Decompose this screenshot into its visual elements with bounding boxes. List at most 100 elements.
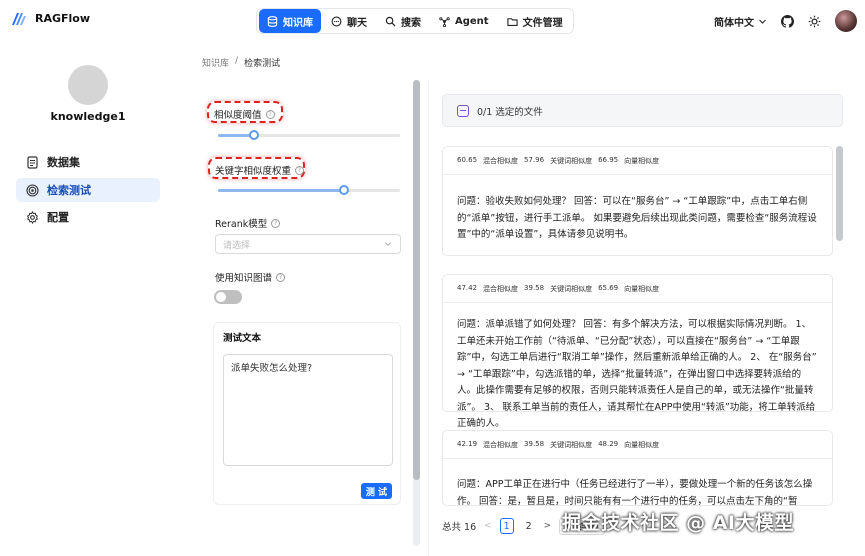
sidebar-item-dataset[interactable]: 数据集: [16, 150, 160, 174]
knowledge-graph-toggle[interactable]: [214, 290, 242, 304]
test-text-card: 测试文本 派单失败怎么处理? 测 试: [213, 322, 401, 505]
chevron-down-icon: [759, 19, 766, 24]
test-text-input[interactable]: 派单失败怎么处理?: [223, 354, 393, 466]
knowledge-graph-text: 使用知识图谱: [215, 273, 273, 284]
vector-score: 48.29: [598, 440, 619, 448]
similarity-threshold-text: 相似度阈值: [214, 110, 262, 121]
keyword-score: 57.96: [524, 156, 545, 164]
rerank-select[interactable]: 请选择: [215, 234, 401, 254]
sun-icon[interactable]: [808, 15, 821, 28]
nav-search[interactable]: 搜索: [377, 9, 429, 33]
language-selector[interactable]: 简体中文: [714, 14, 767, 29]
result-scores: 60.65 混合相似度 57.96 关键词相似度 66.95 向量相似度: [457, 156, 659, 166]
keyword-score-label: 关键词相似度: [550, 285, 593, 293]
hybrid-score-label: 混合相似度: [483, 441, 519, 449]
hybrid-score-label: 混合相似度: [483, 157, 519, 165]
vector-score: 65.69: [598, 284, 619, 292]
nav-label: 搜索: [401, 17, 421, 29]
pagination-total: 总共 16: [442, 522, 477, 533]
similarity-threshold-slider[interactable]: [218, 129, 400, 141]
keyword-score-label: 关键词相似度: [550, 441, 593, 449]
sidebar-item-label: 检索测试: [47, 184, 91, 197]
keyword-score: 39.58: [524, 440, 545, 448]
database-icon: [267, 15, 278, 27]
toggle-knob: [216, 292, 226, 302]
vector-score-label: 向量相似度: [624, 157, 660, 165]
help-icon[interactable]: ?: [265, 109, 275, 119]
slider-handle[interactable]: [249, 130, 259, 140]
hybrid-score: 60.65: [457, 156, 478, 164]
result-card[interactable]: 42.19 混合相似度 39.58 关键词相似度 48.29 向量相似度 问题：…: [442, 430, 833, 506]
result-scores: 47.42 混合相似度 39.58 关键词相似度 65.69 向量相似度: [457, 284, 659, 294]
search-icon: [385, 16, 396, 27]
indeterminate-checkbox-icon[interactable]: [457, 104, 469, 117]
user-avatar[interactable]: [835, 10, 857, 32]
nav-file-management[interactable]: 文件管理: [499, 9, 571, 33]
results-scrollbar[interactable]: [836, 146, 843, 506]
nav-label: 文件管理: [522, 17, 563, 29]
page-1[interactable]: 1: [499, 518, 514, 534]
rerank-text: Rerank模型: [215, 219, 268, 230]
result-text: 问题：APP工单正在进行中（任务已经进行了一半），要做处理一个新的任务该怎么操作…: [457, 479, 813, 506]
scrollbar-thumb[interactable]: [413, 80, 420, 480]
knowledge-base-avatar: [68, 65, 108, 105]
test-text-title: 测试文本: [223, 333, 262, 344]
app-logo[interactable]: RAGFlow: [10, 10, 90, 27]
keyword-weight-label: 关键字相似度权重 ?: [215, 163, 305, 177]
github-icon[interactable]: [781, 14, 794, 28]
nav-chat[interactable]: 聊天: [323, 9, 375, 33]
knowledge-graph-label: 使用知识图谱 ?: [215, 270, 286, 284]
breadcrumb-root[interactable]: 知识库: [202, 56, 229, 69]
slider-handle[interactable]: [339, 185, 349, 195]
selected-files-text: 0/1 选定的文件: [477, 106, 543, 118]
nav-knowledge-base[interactable]: 知识库: [259, 9, 321, 33]
vector-score-label: 向量相似度: [624, 285, 660, 293]
scrollbar-thumb[interactable]: [836, 146, 843, 241]
ragflow-logo-icon: [12, 13, 26, 25]
chat-icon: [331, 16, 342, 26]
breadcrumb-current: 检索测试: [244, 59, 281, 69]
help-icon[interactable]: ?: [271, 218, 281, 228]
nav-label: Agent: [455, 15, 489, 27]
watermark: 掘金技术社区 @ AI大模型: [562, 512, 795, 534]
nav-agent[interactable]: Agent: [431, 9, 497, 33]
result-text: 问题：验收失败如何处理？ 回答：可以在“服务台” → “工单跟踪”中，点击工单右…: [457, 196, 817, 240]
result-text: 问题：派单派错了如何处理？ 回答：有多个解决方法，可以根据实际情况判断。 1、 …: [457, 319, 817, 429]
next-page-icon[interactable]: >: [544, 521, 552, 531]
hybrid-score-label: 混合相似度: [483, 285, 519, 293]
prev-page-icon[interactable]: <: [484, 521, 492, 531]
language-label: 简体中文: [714, 17, 754, 29]
keyword-weight-slider[interactable]: [218, 184, 400, 196]
help-icon[interactable]: ?: [295, 165, 305, 175]
hybrid-score: 42.19: [457, 440, 478, 448]
target-icon: [26, 183, 39, 197]
slider-track: [218, 189, 345, 192]
top-header: RAGFlow 知识库 聊天 搜索 Agent 文件管理 简体中文: [0, 0, 865, 42]
page-2[interactable]: 2: [522, 518, 536, 534]
result-card[interactable]: 60.65 混合相似度 57.96 关键词相似度 66.95 向量相似度 问题：…: [442, 146, 833, 256]
test-button[interactable]: 测 试: [361, 483, 392, 499]
rerank-placeholder: 请选择: [223, 240, 251, 251]
keyword-weight-text: 关键字相似度权重: [215, 166, 292, 177]
header-actions: 简体中文: [714, 10, 857, 32]
nav-label: 知识库: [283, 17, 313, 29]
app-name: RAGFlow: [35, 12, 91, 25]
sidebar-item-retrieval-test[interactable]: 检索测试: [16, 178, 160, 202]
nav-label: 聊天: [347, 17, 367, 29]
vector-score-label: 向量相似度: [624, 441, 660, 449]
selected-files-bar[interactable]: 0/1 选定的文件: [442, 94, 843, 127]
sidebar-item-config[interactable]: 配置: [16, 205, 160, 229]
chevron-down-icon: [384, 242, 392, 247]
keyword-score: 39.58: [524, 284, 545, 292]
rerank-label: Rerank模型 ?: [215, 216, 281, 230]
settings-scrollbar[interactable]: [413, 80, 420, 546]
agent-icon: [439, 16, 450, 27]
folder-icon: [506, 17, 518, 26]
main-nav: 知识库 聊天 搜索 Agent 文件管理: [256, 8, 574, 34]
panel-divider: [428, 80, 429, 556]
gear-icon: [26, 210, 39, 224]
similarity-threshold-label: 相似度阈值 ?: [214, 107, 275, 121]
knowledge-base-name: knowledge1: [50, 110, 126, 123]
help-icon[interactable]: ?: [276, 272, 286, 282]
result-card[interactable]: 47.42 混合相似度 39.58 关键词相似度 65.69 向量相似度 问题：…: [442, 274, 833, 429]
